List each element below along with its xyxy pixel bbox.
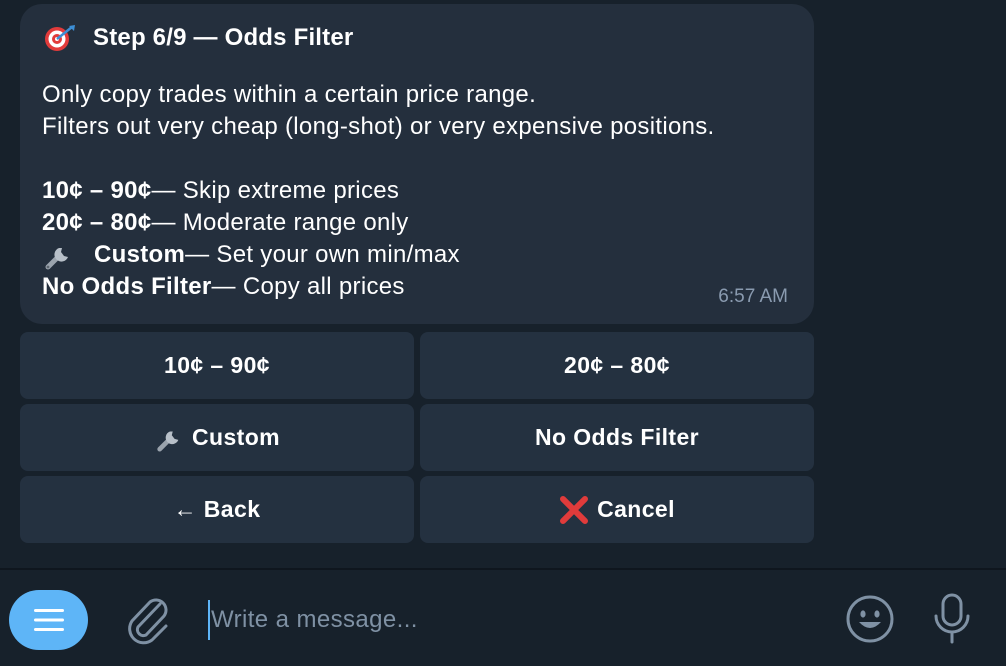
custom-button-label: Custom [191, 424, 280, 450]
option-2-label: 20¢ – 80¢ [42, 209, 152, 236]
bot-message-bubble: Step 6/9 — Odds Filter Only copy trades … [20, 4, 814, 324]
option-line-4: No Odds Filter — Copy all prices [42, 271, 792, 303]
cross-mark-icon [559, 495, 589, 525]
no-odds-filter-label: No Odds Filter [534, 424, 700, 450]
message-timestamp: 6:57 AM [718, 286, 788, 307]
paperclip-icon [128, 598, 168, 645]
option-line-3: Custom — Set your own min/max [42, 239, 792, 271]
range-10-90-button[interactable]: 10¢ – 90¢ [20, 332, 414, 399]
range-10-90-label: 10¢ – 90¢ [164, 352, 270, 378]
option-4-label: No Odds Filter [42, 273, 212, 300]
message-input[interactable] [208, 600, 808, 640]
option-3-desc: — Set your own min/max [185, 241, 460, 268]
wrench-icon [154, 424, 184, 452]
option-3-label: Custom [94, 241, 186, 268]
cancel-button-label: Cancel [597, 496, 675, 522]
cancel-button[interactable]: Cancel [420, 476, 814, 543]
option-line-2: 20¢ – 80¢ — Moderate range only [42, 207, 792, 239]
message-line-2: Filters out very cheap (long-shot) or ve… [42, 113, 715, 140]
chat-area: Step 6/9 — Odds Filter Only copy trades … [0, 0, 1006, 568]
message-title-text: Step 6/9 — Odds Filter [93, 24, 354, 51]
menu-icon [33, 609, 64, 631]
message-title: Step 6/9 — Odds Filter [42, 24, 792, 52]
voice-message-button[interactable] [931, 592, 973, 646]
range-20-80-label: 20¢ – 80¢ [564, 352, 670, 378]
range-20-80-button[interactable]: 20¢ – 80¢ [420, 332, 814, 399]
option-4-desc: — Copy all prices [211, 273, 405, 300]
option-1-desc: — Skip extreme prices [151, 177, 400, 204]
dart-target-icon [42, 24, 76, 52]
attach-button[interactable] [124, 594, 170, 646]
emoji-button[interactable] [845, 594, 895, 644]
microphone-icon [934, 593, 970, 644]
smiley-icon [846, 595, 894, 643]
option-1-label: 10¢ – 90¢ [42, 177, 152, 204]
option-2-desc: — Moderate range only [151, 209, 409, 236]
message-line-1: Only copy trades within a certain price … [42, 81, 537, 108]
bot-menu-button[interactable] [9, 590, 88, 650]
option-line-1: 10¢ – 90¢ — Skip extreme prices [42, 175, 792, 207]
wrench-icon [42, 240, 76, 270]
custom-button[interactable]: Custom [20, 404, 414, 471]
message-body: Only copy trades within a certain price … [42, 79, 792, 303]
no-odds-filter-button[interactable]: No Odds Filter [420, 404, 814, 471]
inline-keyboard: 10¢ – 90¢ 20¢ – 80¢ Custom No Odds Filte… [20, 332, 814, 543]
back-button-label: ← Back [173, 496, 261, 522]
back-button[interactable]: ← Back [20, 476, 414, 543]
